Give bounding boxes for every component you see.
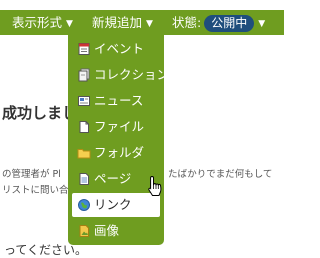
- menu-item-image[interactable]: 画像: [72, 219, 160, 243]
- chevron-down-icon: ▼: [146, 19, 153, 29]
- menu-item-label: イベント: [94, 41, 145, 56]
- menu-item-file[interactable]: ファイル: [72, 115, 160, 139]
- display-menu-label: 表示形式: [12, 15, 63, 30]
- image-icon: [79, 225, 89, 237]
- display-menu-button[interactable]: 表示形式 ▼: [12, 10, 73, 35]
- page-text-line2: リストに問い合: [2, 185, 69, 196]
- menu-item-label: ページ: [94, 171, 132, 186]
- content-toolbar: 表示形式 ▼ 新規追加 ▼ 状態: 公開中 ▼: [0, 10, 284, 35]
- event-icon: [78, 43, 90, 55]
- state-badge: 公開中: [204, 15, 255, 32]
- menu-item-folder[interactable]: フォルダ: [72, 141, 160, 165]
- add-new-menu-button[interactable]: 新規追加 ▼: [92, 10, 153, 35]
- menu-item-label: コレクション: [94, 67, 170, 82]
- menu-item-news[interactable]: ニュース: [72, 89, 160, 113]
- page-text-line1-left: の管理者が Pl: [2, 169, 61, 180]
- add-new-menu-label: 新規追加: [92, 15, 143, 30]
- link-icon: [78, 199, 90, 211]
- folder-icon: [77, 149, 91, 159]
- file-icon: [79, 121, 89, 133]
- page-text-line1-right: たばかりでまだ何もして: [168, 169, 273, 180]
- news-icon: [78, 96, 90, 106]
- menu-item-label: リンク: [94, 197, 132, 212]
- collection-icon: [78, 68, 90, 82]
- state-label: 状態:: [172, 15, 202, 30]
- menu-item-label: フォルダ: [94, 145, 145, 160]
- menu-item-collection[interactable]: コレクション: [72, 63, 169, 87]
- chevron-down-icon: ▼: [258, 19, 266, 29]
- chevron-down-icon: ▼: [66, 19, 73, 29]
- state-menu-button[interactable]: 状態: 公開中 ▼: [172, 10, 265, 35]
- page-heading: 成功しまし: [2, 104, 78, 122]
- menu-item-label: ファイル: [94, 119, 145, 134]
- menu-item-label: 画像: [94, 223, 120, 238]
- page-icon: [79, 173, 89, 185]
- menu-item-event[interactable]: イベント: [72, 37, 160, 61]
- hand-cursor-icon: [148, 175, 162, 196]
- add-new-dropdown: イベント コレクション ニュース ファイル フォルダ ページ リンク 画像: [68, 35, 169, 245]
- menu-item-label: ニュース: [94, 93, 144, 108]
